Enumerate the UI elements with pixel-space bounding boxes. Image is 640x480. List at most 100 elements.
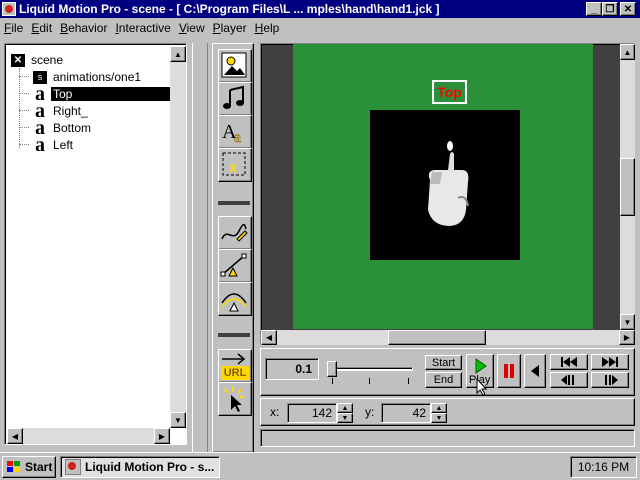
pause-icon [504,364,514,378]
tree-horizontal-scrollbar[interactable] [7,428,170,444]
tree-label: Bottom [53,121,92,135]
tree-label: scene [31,53,64,67]
stage-scroll-left-button[interactable]: ◀ [261,330,277,345]
tree-scroll-left-button[interactable]: ◀ [7,428,23,444]
menu-bar: File Edit Behavior Interactive View Play… [0,18,640,37]
arrow-right-icon: ▶ [623,333,631,342]
line-path-tool-button[interactable] [218,249,252,283]
x-coordinate-field[interactable]: 142 [287,403,337,423]
x-decrement-button[interactable]: ▼ [337,413,353,423]
svg-text:a: a [234,129,241,146]
tree-scroll-up-button[interactable]: ▲ [170,46,186,62]
stage-vertical-scroll-thumb[interactable] [620,158,635,216]
forward-to-end-button[interactable] [591,354,629,370]
sparkle-cursor-icon [224,386,244,412]
minimize-button[interactable]: _ [586,2,602,16]
arrow-up-icon: ▲ [435,404,443,412]
menu-edit[interactable]: Edit [27,21,56,35]
x-increment-button[interactable]: ▲ [337,403,353,413]
title-bar[interactable]: Liquid Motion Pro - scene - [ C:\Program… [0,0,640,18]
close-button[interactable]: ✕ [620,2,636,16]
tree-label: Left [53,138,74,152]
end-button[interactable]: End [425,372,462,388]
text-object-icon: a [35,134,45,156]
tree-scroll-right-button[interactable]: ▶ [154,428,170,444]
text-tool-button[interactable]: Aa [218,115,252,149]
tree-item-animation[interactable]: s animations/one1 [33,69,143,85]
tree-label: Right_ [53,104,88,118]
frame-back-icon [561,375,574,385]
menu-behavior[interactable]: Behavior [56,21,111,35]
freehand-path-icon [221,223,248,242]
step-back-button[interactable] [524,354,546,388]
panel-splitter[interactable] [192,43,208,453]
pause-button[interactable] [497,354,521,388]
url-tool-button[interactable]: URL [218,349,252,383]
selected-text-object[interactable]: Top [432,80,467,104]
menu-interactive[interactable]: Interactive [111,21,174,35]
frame-forward-icon [605,375,618,385]
text-icon: Aa [222,121,241,146]
triangle-left-icon [531,365,539,377]
tree-vertical-scrollbar[interactable] [170,46,186,428]
start-button[interactable]: Start [425,355,462,370]
line-path-icon [220,253,247,277]
curve-path-tool-button[interactable] [218,282,252,316]
stage-scroll-down-button[interactable]: ▼ [620,314,635,330]
palette-separator [218,333,250,337]
tree-scroll-down-button[interactable]: ▼ [170,412,186,428]
next-frame-button[interactable] [591,372,629,388]
image-icon [221,52,247,78]
arrow-left-icon: ◀ [265,333,273,342]
slider-tick [408,378,409,384]
tree-item-left[interactable]: a Left [33,134,75,156]
arrow-right-icon [222,353,246,365]
start-menu-button[interactable]: Start [2,456,56,478]
tree-label: Top [51,87,183,101]
tree-item-scene[interactable]: ✕ scene [11,52,65,68]
arrow-down-icon: ▼ [435,414,443,422]
menu-view[interactable]: View [175,21,209,35]
menu-help[interactable]: Help [251,21,284,35]
placeholder-tool-button[interactable]: x [218,148,252,182]
freehand-path-tool-button[interactable] [218,216,252,250]
minimize-icon: _ [591,3,597,15]
play-icon [475,358,487,374]
hand-image[interactable] [370,110,520,260]
app-icon [65,459,81,475]
tree-item-top[interactable]: a Top [33,84,183,104]
sound-tool-button[interactable] [218,82,252,116]
window-title: Liquid Motion Pro - scene - [ C:\Program… [19,2,440,16]
animation-icon: s [33,70,47,84]
time-field[interactable]: 0.1 [265,358,319,380]
image-tool-button[interactable] [218,49,252,83]
tool-palette: Aa x URL [212,43,254,453]
menu-file[interactable]: File [0,21,27,35]
curve-path-icon [221,293,247,312]
stage-scroll-right-button[interactable]: ▶ [619,330,635,345]
scene-tree[interactable]: ✕ scene s animations/one1 a Top a Right_… [4,43,187,445]
hand-graphic [428,141,469,226]
tree-label: animations/one1 [53,70,142,84]
taskbar-app-button[interactable]: Liquid Motion Pro - s... [60,456,220,478]
mouse-cursor-icon [476,378,488,396]
stage-horizontal-scroll-thumb[interactable] [388,330,486,345]
time-slider-track[interactable] [329,367,413,371]
restore-button[interactable]: ❐ [602,2,618,16]
arrow-down-icon: ▼ [341,414,349,422]
close-icon: ✕ [623,3,633,15]
y-decrement-button[interactable]: ▼ [431,413,447,423]
rewind-to-start-button[interactable] [550,354,588,370]
y-coordinate-field[interactable]: 42 [381,403,431,423]
time-slider-thumb[interactable] [327,361,337,377]
effects-tool-button[interactable] [218,382,252,416]
y-increment-button[interactable]: ▲ [431,403,447,413]
arrow-up-icon: ▲ [341,404,349,412]
x-label: x: [270,405,280,419]
previous-frame-button[interactable] [550,372,588,388]
stage-scroll-up-button[interactable]: ▲ [620,44,635,60]
menu-player[interactable]: Player [209,21,251,35]
slider-tick [332,378,333,384]
arrow-left-icon: ◀ [11,431,19,441]
windows-logo-icon [7,461,20,472]
